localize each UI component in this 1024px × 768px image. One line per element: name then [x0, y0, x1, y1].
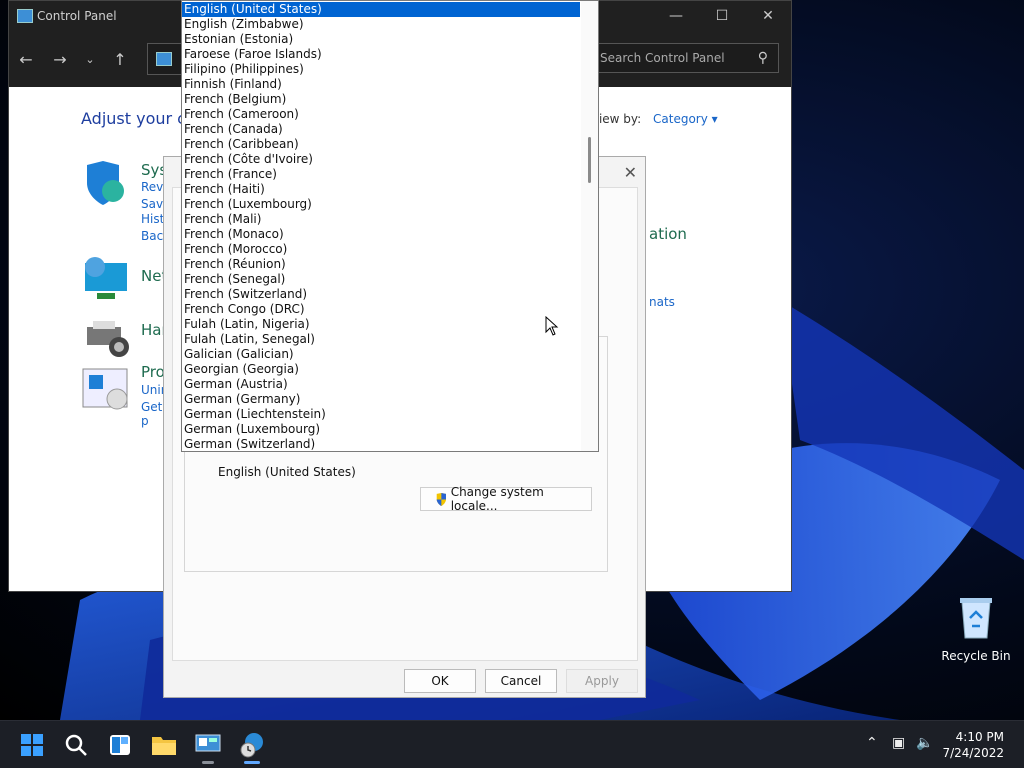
category-title-programs[interactable]: Pro: [141, 363, 165, 381]
back-arrow-icon[interactable]: ←: [9, 44, 43, 74]
start-icon[interactable]: [17, 730, 47, 760]
locale-option[interactable]: French (France): [182, 167, 580, 182]
close-button[interactable]: ✕: [745, 1, 791, 31]
up-arrow-icon[interactable]: ↑: [103, 44, 137, 74]
locale-option[interactable]: French (Switzerland): [182, 287, 580, 302]
uac-shield-icon: [436, 492, 446, 506]
search-icon[interactable]: ⚲: [758, 50, 768, 66]
programs-icon: [82, 368, 128, 410]
taskbar: ⌃ ▣ 🔈 4:10 PM 7/24/2022: [0, 720, 1024, 768]
locale-option[interactable]: French (Côte d'Ivoire): [182, 152, 580, 167]
minimize-button[interactable]: —: [653, 1, 699, 31]
view-by-dropdown[interactable]: Category ▾: [653, 112, 718, 126]
show-hidden-icons-chevron-up-icon[interactable]: ⌃: [866, 735, 878, 751]
change-system-locale-button[interactable]: Change system locale...: [420, 485, 592, 513]
locale-option[interactable]: English (United States): [182, 2, 580, 17]
recent-chevron-down-icon[interactable]: ⌄: [77, 44, 103, 74]
forward-arrow-icon[interactable]: →: [43, 44, 77, 74]
view-by: View by: Category ▾: [591, 112, 718, 126]
locale-option[interactable]: Estonian (Estonia): [182, 32, 580, 47]
locale-option[interactable]: Fulah (Latin, Nigeria): [182, 317, 580, 332]
network-icon[interactable]: ▣: [892, 735, 905, 751]
search-input[interactable]: Search Control Panel ⚲: [595, 43, 779, 73]
locale-option[interactable]: Galician (Galician): [182, 347, 580, 362]
locale-option[interactable]: German (Luxembourg): [182, 422, 580, 437]
locale-option[interactable]: German (Austria): [182, 377, 580, 392]
clock-date: 7/24/2022: [942, 746, 1004, 760]
locale-option[interactable]: French (Haiti): [182, 182, 580, 197]
search-icon[interactable]: [61, 730, 91, 760]
window-title: Control Panel: [37, 9, 117, 23]
category-link[interactable]: Hist: [141, 212, 164, 226]
locale-option[interactable]: French (Caribbean): [182, 137, 580, 152]
control-panel-app-icon: [17, 9, 33, 23]
system-clock[interactable]: 4:10 PM 7/24/2022: [942, 729, 1004, 761]
locale-option[interactable]: French (Cameroon): [182, 107, 580, 122]
recycle-bin-desktop-icon[interactable]: Recycle Bin: [940, 596, 1012, 663]
apply-button[interactable]: Apply: [566, 669, 638, 693]
locale-option[interactable]: French (Mali): [182, 212, 580, 227]
locale-option[interactable]: French (Canada): [182, 122, 580, 137]
region-settings-active-indicator: [244, 761, 260, 764]
locale-option[interactable]: French (Belgium): [182, 92, 580, 107]
category-link-formats[interactable]: nats: [649, 295, 675, 309]
current-system-locale: English (United States): [218, 465, 356, 479]
locale-option[interactable]: English (Zimbabwe): [182, 17, 580, 32]
dialog-close-icon[interactable]: ✕: [624, 163, 637, 182]
control-panel-icon[interactable]: [193, 730, 223, 760]
scrollbar-thumb[interactable]: [588, 137, 591, 183]
widgets-icon[interactable]: [105, 730, 135, 760]
network-globe-icon: [85, 257, 127, 299]
volume-icon[interactable]: 🔈: [916, 735, 933, 751]
dropdown-scrollbar[interactable]: [581, 1, 598, 451]
view-by-value: Category: [653, 112, 708, 126]
locale-option[interactable]: German (Liechtenstein): [182, 407, 580, 422]
locale-option[interactable]: German (Switzerland): [182, 437, 580, 451]
change-system-locale-label: Change system locale...: [450, 485, 544, 513]
ok-button[interactable]: OK: [404, 669, 476, 693]
locale-option[interactable]: French (Réunion): [182, 257, 580, 272]
category-link[interactable]: Get p: [141, 400, 162, 428]
file-explorer-icon[interactable]: [149, 730, 179, 760]
address-control-panel-icon: [156, 52, 172, 66]
locale-option[interactable]: French (Monaco): [182, 227, 580, 242]
locale-option[interactable]: French Congo (DRC): [182, 302, 580, 317]
region-settings-icon[interactable]: [237, 730, 267, 760]
locale-option[interactable]: French (Morocco): [182, 242, 580, 257]
locale-option[interactable]: Filipino (Philippines): [182, 62, 580, 77]
locale-option[interactable]: Faroese (Faroe Islands): [182, 47, 580, 62]
control-panel-running-indicator: [202, 761, 214, 764]
page-title: Adjust your co: [81, 109, 196, 128]
locale-option[interactable]: German (Germany): [182, 392, 580, 407]
printer-icon: [87, 321, 129, 357]
locale-options[interactable]: English (United States) English (Zimbabwe…: [182, 2, 580, 451]
search-placeholder: Search Control Panel: [600, 51, 725, 65]
cancel-button[interactable]: Cancel: [485, 669, 557, 693]
clock-time: 4:10 PM: [955, 730, 1004, 744]
locale-option[interactable]: Finnish (Finland): [182, 77, 580, 92]
shield-icon: [87, 161, 124, 205]
mouse-cursor-icon: [545, 316, 559, 336]
category-title-clock-region[interactable]: ation: [649, 225, 687, 243]
locale-option[interactable]: Fulah (Latin, Senegal): [182, 332, 580, 347]
recycle-bin-label: Recycle Bin: [941, 649, 1011, 663]
locale-option[interactable]: French (Luxembourg): [182, 197, 580, 212]
system-locale-dropdown-list[interactable]: English (United States) English (Zimbabwe…: [181, 0, 599, 452]
recycle-bin-icon: [960, 598, 992, 639]
locale-option[interactable]: French (Senegal): [182, 272, 580, 287]
locale-option[interactable]: Georgian (Georgia): [182, 362, 580, 377]
maximize-button[interactable]: ☐: [699, 1, 745, 31]
